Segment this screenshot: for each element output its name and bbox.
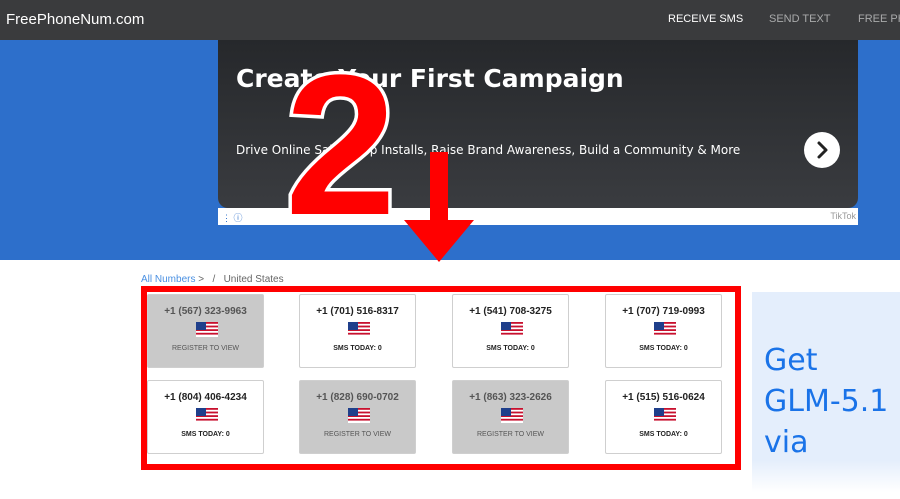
us-flag-icon xyxy=(348,322,370,337)
side-ad[interactable]: Get GLM-5.1 via xyxy=(752,292,900,499)
phone-number: +1 (804) 406-4234 xyxy=(164,392,247,403)
side-ad-fade xyxy=(752,460,900,499)
number-card[interactable]: +1 (567) 323-9963 REGISTER TO VIEW xyxy=(147,294,264,368)
us-flag-icon xyxy=(196,322,218,337)
us-flag-icon xyxy=(654,408,676,423)
us-flag-icon xyxy=(501,408,523,423)
card-status: REGISTER TO VIEW xyxy=(323,431,392,438)
us-flag-icon xyxy=(654,322,676,337)
ad-brand: TikTok xyxy=(830,211,856,221)
breadcrumb-current: United States xyxy=(223,274,284,285)
nav-send-text[interactable]: SEND TEXT xyxy=(769,13,831,25)
phone-number: +1 (515) 516-0624 xyxy=(622,392,705,403)
phone-number: +1 (828) 690-0702 xyxy=(316,392,399,403)
breadcrumb-all-numbers[interactable]: All Numbers xyxy=(141,274,195,285)
card-status: REGISTER TO VIEW xyxy=(476,431,545,438)
nav-free-phone[interactable]: FREE PH xyxy=(858,13,900,25)
phone-number: +1 (541) 708-3275 xyxy=(469,306,552,317)
phone-number: +1 (701) 516-8317 xyxy=(316,306,399,317)
side-ad-line: via xyxy=(764,425,809,460)
arrow-down-icon xyxy=(404,152,474,262)
highlighted-number-grid: +1 (567) 323-9963 REGISTER TO VIEW +1 (7… xyxy=(141,286,741,470)
number-card[interactable]: +1 (701) 516-8317 SMS TODAY: 0 xyxy=(299,294,416,368)
phone-number: +1 (863) 323-2626 xyxy=(469,392,552,403)
phone-number: +1 (567) 323-9963 xyxy=(164,306,247,317)
side-ad-line: GLM-5.1 xyxy=(764,384,889,419)
breadcrumb-separator: / xyxy=(212,274,216,285)
nav-receive-sms[interactable]: RECEIVE SMS xyxy=(668,13,743,25)
card-status: SMS TODAY: 0 xyxy=(486,345,535,352)
number-card[interactable]: +1 (707) 719-0993 SMS TODAY: 0 xyxy=(605,294,722,368)
number-card[interactable]: +1 (804) 406-4234 SMS TODAY: 0 xyxy=(147,380,264,454)
breadcrumb: All Numbers > / United States xyxy=(141,274,284,285)
us-flag-icon xyxy=(348,408,370,423)
us-flag-icon xyxy=(196,408,218,423)
phone-number: +1 (707) 719-0993 xyxy=(622,306,705,317)
card-status: REGISTER TO VIEW xyxy=(171,345,240,352)
card-status: SMS TODAY: 0 xyxy=(639,345,688,352)
step-number-annotation: 2 xyxy=(281,34,399,257)
breadcrumb-separator: > xyxy=(198,274,205,285)
number-card[interactable]: +1 (515) 516-0624 SMS TODAY: 0 xyxy=(605,380,722,454)
top-navbar: FreePhoneNum.com RECEIVE SMS SEND TEXT F… xyxy=(0,0,900,40)
card-status: SMS TODAY: 0 xyxy=(181,431,230,438)
number-card[interactable]: +1 (828) 690-0702 REGISTER TO VIEW xyxy=(299,380,416,454)
site-logo[interactable]: FreePhoneNum.com xyxy=(6,11,144,28)
info-icon[interactable]: ⋮ ⓘ xyxy=(222,211,243,224)
card-status: SMS TODAY: 0 xyxy=(333,345,382,352)
number-card[interactable]: +1 (541) 708-3275 SMS TODAY: 0 xyxy=(452,294,569,368)
chevron-right-icon xyxy=(817,141,828,159)
number-card[interactable]: +1 (863) 323-2626 REGISTER TO VIEW xyxy=(452,380,569,454)
card-status: SMS TODAY: 0 xyxy=(639,431,688,438)
us-flag-icon xyxy=(501,322,523,337)
side-ad-text: Get GLM-5.1 via xyxy=(764,340,900,463)
side-ad-line: Get xyxy=(764,343,818,378)
ad-next-button[interactable] xyxy=(804,132,840,168)
